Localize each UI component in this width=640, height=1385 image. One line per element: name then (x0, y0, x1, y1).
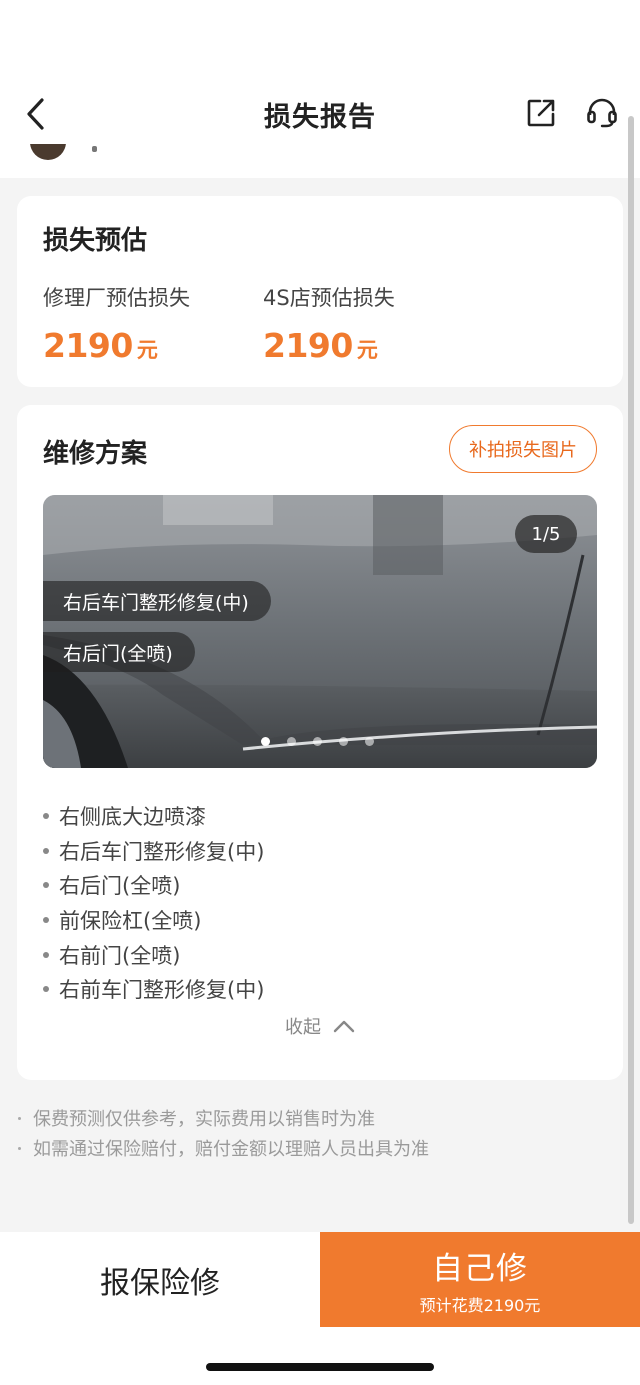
supplement-photo-button[interactable]: 补拍损失图片 (449, 425, 597, 473)
bullet-icon (43, 917, 49, 924)
bullet-icon (43, 813, 49, 820)
list-item: 右前门(全喷) (43, 937, 264, 972)
disclaimer-text: 如需通过保险赔付，赔付金额以理赔人员出具为准 (33, 1139, 429, 1160)
repair-shop-label: 修理厂预估损失 (43, 286, 190, 310)
photo-damage-tag: 右后车门整形修复(中) (43, 581, 271, 621)
dealer-4s-estimate: 4S店预估损失 2190 元 (263, 282, 395, 365)
loss-estimate-card: 损失预估 修理厂预估损失 2190 元 4S店预估损失 2190 元 (17, 196, 623, 387)
headset-icon (587, 98, 617, 128)
list-item: 前保险杠(全喷) (43, 903, 264, 938)
scrolled-header-peek (0, 144, 640, 178)
repair-item-label: 右后车门整形修复(中) (59, 839, 265, 864)
avatar (30, 144, 66, 160)
self-repair-cost: 预计花费2190元 (419, 1296, 541, 1315)
note-bullet-icon (18, 1116, 21, 1120)
repair-item-label: 右前门(全喷) (59, 943, 181, 968)
chevron-left-icon (27, 98, 44, 130)
pagination-dot[interactable] (287, 737, 296, 746)
back-button[interactable] (18, 96, 54, 132)
disclaimer-text: 保费预测仅供参考，实际费用以销售时为准 (33, 1109, 375, 1130)
pagination-dot[interactable] (261, 737, 270, 746)
disclaimer-note: 保费预测仅供参考，实际费用以销售时为准 (18, 1103, 429, 1133)
share-button[interactable] (522, 94, 560, 132)
self-repair-label: 自己修 (432, 1251, 528, 1287)
repair-item-label: 右侧底大边喷漆 (59, 805, 206, 830)
loss-estimate-title: 损失预估 (43, 226, 148, 256)
repair-shop-amount-number: 2190 (43, 326, 133, 365)
pagination-dot[interactable] (339, 737, 348, 746)
repair-shop-amount-unit: 元 (136, 338, 158, 362)
list-item: 右前车门整形修复(中) (43, 972, 264, 1007)
collapse-toggle[interactable]: 收起 (285, 1013, 355, 1039)
carousel-pagination (261, 737, 374, 746)
share-icon (527, 99, 555, 127)
repair-item-label: 前保险杠(全喷) (59, 909, 202, 934)
photo-damage-tag: 右后门(全喷) (43, 632, 195, 672)
customer-service-button[interactable] (582, 94, 622, 132)
bullet-icon (43, 986, 49, 993)
repair-plan-card: 维修方案 补拍损失图片 1/5 右后车门整形修复(中) 右后门(全喷) 右侧底大… (17, 405, 623, 1080)
self-repair-button[interactable]: 自己修 预计花费2190元 (320, 1232, 640, 1327)
repair-item-list: 右侧底大边喷漆 右后车门整形修复(中) 右后门(全喷) 前保险杠(全喷) 右前门… (43, 799, 264, 1007)
bullet-icon (43, 882, 49, 889)
nav-bar: 损失报告 (0, 84, 640, 144)
collapse-label: 收起 (285, 1017, 321, 1038)
repair-item-label: 右前车门整形修复(中) (59, 978, 265, 1003)
list-item: 右后车门整形修复(中) (43, 834, 264, 869)
disclaimer-notes: 保费预测仅供参考，实际费用以销售时为准 如需通过保险赔付，赔付金额以理赔人员出具… (18, 1103, 429, 1163)
repair-item-label: 右后门(全喷) (59, 874, 181, 899)
photo-counter: 1/5 (515, 515, 577, 553)
dealer-4s-amount-unit: 元 (356, 338, 378, 362)
chevron-up-icon (333, 1019, 355, 1033)
bottom-action-bar: 报保险修 自己修 预计花费2190元 (0, 1232, 640, 1385)
repair-shop-amount: 2190 元 (43, 326, 190, 365)
repair-plan-title: 维修方案 (43, 439, 148, 469)
disclaimer-note: 如需通过保险赔付，赔付金额以理赔人员出具为准 (18, 1133, 429, 1163)
home-indicator (206, 1363, 434, 1371)
pagination-dot[interactable] (313, 737, 322, 746)
peek-text-fragment (92, 146, 97, 152)
list-item: 右侧底大边喷漆 (43, 799, 264, 834)
list-item: 右后门(全喷) (43, 868, 264, 903)
dealer-4s-label: 4S店预估损失 (263, 286, 395, 310)
note-bullet-icon (18, 1146, 21, 1150)
damage-photo-carousel[interactable]: 1/5 右后车门整形修复(中) 右后门(全喷) (43, 495, 597, 768)
repair-shop-estimate: 修理厂预估损失 2190 元 (43, 282, 190, 365)
status-bar-area (0, 0, 640, 84)
dealer-4s-amount-number: 2190 (263, 326, 353, 365)
insurance-repair-button[interactable]: 报保险修 (0, 1232, 320, 1327)
page-title: 损失报告 (264, 101, 376, 133)
bullet-icon (43, 951, 49, 958)
dealer-4s-amount: 2190 元 (263, 326, 395, 365)
pagination-dot[interactable] (365, 737, 374, 746)
bullet-icon (43, 847, 49, 854)
scrollbar[interactable] (628, 116, 634, 1224)
